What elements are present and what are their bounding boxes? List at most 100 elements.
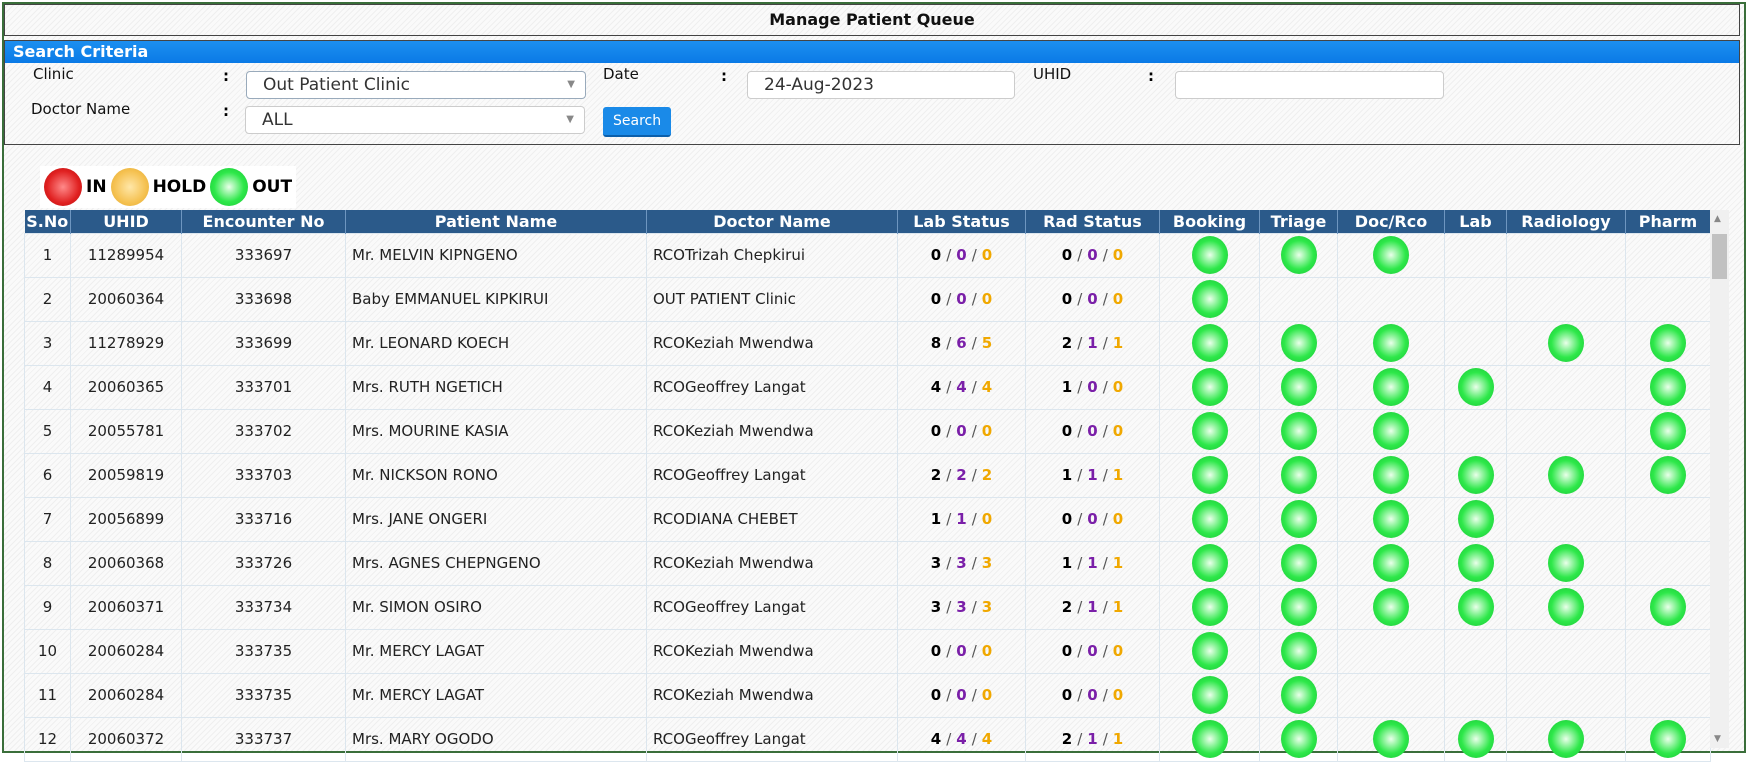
doctor-value: ALL: [262, 110, 293, 130]
out-status-icon[interactable]: [1280, 456, 1317, 494]
page-title: Manage Patient Queue: [4, 4, 1740, 36]
out-status-icon[interactable]: [1650, 412, 1686, 450]
triage-stage-cell: [1259, 408, 1338, 454]
rad-status-cell: 1/1/1: [1025, 540, 1160, 586]
out-status-icon[interactable]: [1548, 456, 1584, 494]
out-status-icon[interactable]: [1191, 676, 1228, 714]
out-status-icon[interactable]: [1280, 368, 1317, 406]
table-scrollbar[interactable]: ▲ ▼: [1710, 210, 1729, 748]
table-row[interactable]: 8 20060368 333726 Mrs. AGNES CHEPNGENO RCOKe…: [24, 540, 1711, 586]
lab-stage-cell: [1444, 320, 1507, 366]
lab-count: 2: [930, 466, 942, 484]
out-status-icon[interactable]: [1191, 632, 1228, 670]
out-status-icon[interactable]: [1457, 456, 1494, 494]
out-status-icon[interactable]: [1191, 456, 1228, 494]
out-status-icon[interactable]: [1191, 280, 1228, 318]
out-status-icon[interactable]: [1457, 720, 1494, 758]
doctor-cell: RCOKeziah Mwendwa: [646, 628, 898, 674]
scroll-up-icon[interactable]: ▲: [1714, 214, 1721, 224]
out-status-icon[interactable]: [1373, 324, 1409, 362]
out-status-icon[interactable]: [1373, 720, 1409, 758]
out-status-icon[interactable]: [1548, 544, 1584, 582]
out-status-icon[interactable]: [1191, 588, 1228, 626]
date-input[interactable]: 24-Aug-2023: [747, 71, 1015, 99]
out-status-icon[interactable]: [1457, 588, 1494, 626]
out-status-icon[interactable]: [1373, 412, 1409, 450]
booking-stage-cell: [1159, 584, 1260, 630]
table-row[interactable]: 10 20060284 333735 Mr. MERCY LAGAT RCOKeziah…: [24, 628, 1711, 674]
triage-stage-cell: [1259, 540, 1338, 586]
table-row[interactable]: 2 20060364 333698 Baby EMMANUEL KIPKIRUI OUT…: [24, 276, 1711, 322]
out-status-icon[interactable]: [1280, 500, 1317, 538]
sno-cell: 5: [24, 408, 71, 454]
table-row[interactable]: 4 20060365 333701 Mrs. RUTH NGETICH RCOGeoff…: [24, 364, 1711, 410]
out-status-icon[interactable]: [1548, 324, 1584, 362]
table-row[interactable]: 11 20060284 333735 Mr. MERCY LAGAT RCOKeziah…: [24, 672, 1711, 718]
table-row[interactable]: 12 20060372 333737 Mrs. MARY OGODO RCOGeoffr…: [24, 716, 1711, 762]
chevron-down-icon: ▼: [566, 114, 574, 125]
out-status-icon[interactable]: [1457, 500, 1494, 538]
table-row[interactable]: 1 11289954 333697 Mr. MELVIN KIPNGENO RCOTri…: [24, 232, 1711, 278]
separator: /: [971, 510, 977, 528]
rad-count: 2: [1061, 334, 1073, 352]
lab-count: 8: [930, 334, 942, 352]
out-status-icon[interactable]: [1650, 588, 1686, 626]
out-status-icon[interactable]: [1191, 544, 1228, 582]
sno-cell: 6: [24, 452, 71, 498]
table-row[interactable]: 6 20059819 333703 Mr. NICKSON RONO RCOGeoffr…: [24, 452, 1711, 498]
out-status-icon[interactable]: [1650, 324, 1686, 362]
doc-rco-stage-cell: [1337, 584, 1445, 630]
doctor-name-select[interactable]: ALL ▼: [245, 106, 585, 134]
out-status-icon[interactable]: [1280, 544, 1317, 582]
clinic-select[interactable]: Out Patient Clinic ▼: [246, 71, 586, 99]
out-status-icon[interactable]: [1280, 236, 1317, 274]
uhid-input[interactable]: [1175, 71, 1444, 99]
out-status-icon[interactable]: [1373, 500, 1409, 538]
lab-count: 4: [930, 730, 942, 748]
out-status-icon[interactable]: [1280, 676, 1317, 714]
separator: /: [1102, 730, 1108, 748]
out-status-icon[interactable]: [1650, 368, 1686, 406]
rad-count: 2: [1061, 598, 1073, 616]
doc-rco-stage-cell: [1337, 320, 1445, 366]
out-status-icon[interactable]: [1457, 368, 1494, 406]
table-row[interactable]: 7 20056899 333716 Mrs. JANE ONGERI RCODIANA …: [24, 496, 1711, 542]
radiology-stage-cell: [1506, 628, 1626, 674]
out-status-icon[interactable]: [1280, 588, 1317, 626]
out-status-icon[interactable]: [1191, 368, 1228, 406]
out-status-icon[interactable]: [1191, 236, 1228, 274]
out-status-icon[interactable]: [1280, 324, 1317, 362]
out-status-icon[interactable]: [1280, 412, 1317, 450]
out-status-icon[interactable]: [1280, 632, 1317, 670]
scroll-down-icon[interactable]: ▼: [1714, 734, 1721, 744]
out-status-icon[interactable]: [1457, 544, 1494, 582]
scrollbar-thumb[interactable]: [1712, 234, 1727, 279]
out-status-icon[interactable]: [1191, 500, 1228, 538]
out-status-icon[interactable]: [1548, 588, 1584, 626]
enc-cell: 333697: [181, 232, 346, 278]
table-row[interactable]: 5 20055781 333702 Mrs. MOURINE KASIA RCOKezi…: [24, 408, 1711, 454]
out-status-icon[interactable]: [1191, 324, 1228, 362]
out-status-icon[interactable]: [1373, 544, 1409, 582]
table-row[interactable]: 3 11278929 333699 Mr. LEONARD KOECH RCOKezia…: [24, 320, 1711, 366]
out-status-icon[interactable]: [1280, 720, 1317, 758]
out-status-icon[interactable]: [1373, 368, 1409, 406]
radiology-stage-cell: [1506, 496, 1626, 542]
out-status-icon[interactable]: [1373, 236, 1409, 274]
separator: /: [1077, 378, 1083, 396]
out-status-icon[interactable]: [1650, 720, 1686, 758]
out-status-icon[interactable]: [1191, 720, 1228, 758]
out-status-icon[interactable]: [1650, 456, 1686, 494]
table-row[interactable]: 9 20060371 333734 Mr. SIMON OSIRO RCOGeoffre…: [24, 584, 1711, 630]
out-status-icon[interactable]: [1548, 720, 1584, 758]
out-status-icon[interactable]: [1373, 588, 1409, 626]
separator: /: [1102, 290, 1108, 308]
separator: /: [971, 334, 977, 352]
rad-count: 0: [1112, 422, 1124, 440]
out-status-icon[interactable]: [1373, 456, 1409, 494]
search-button[interactable]: Search: [603, 107, 672, 137]
doctor-name-label: Doctor Name: [31, 100, 131, 118]
out-status-icon[interactable]: [1191, 412, 1228, 450]
enc-cell: 333735: [181, 672, 346, 718]
legend-in: IN: [86, 177, 107, 197]
